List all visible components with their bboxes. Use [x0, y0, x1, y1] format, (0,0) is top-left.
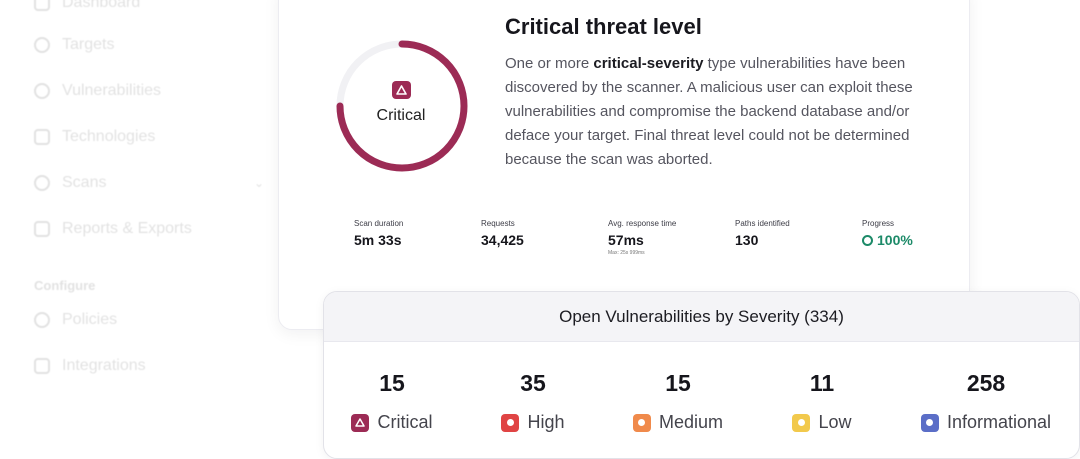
- vulnerabilities-panel: Open Vulnerabilities by Severity (334) 1…: [323, 291, 1080, 459]
- severity-medium[interactable]: 15 Medium: [630, 370, 726, 433]
- threat-desc-text: One or more: [505, 55, 594, 72]
- severity-high[interactable]: 35 High: [500, 370, 566, 433]
- sidebar-item-label: Targets: [62, 36, 115, 53]
- sidebar-item-policies[interactable]: Policies: [34, 309, 264, 331]
- sidebar-item-label: Reports & Exports: [62, 220, 192, 237]
- sidebar-item-dashboard[interactable]: Dashboard: [34, 0, 264, 14]
- severity-count: 35: [520, 370, 546, 396]
- stat-label: Requests: [481, 219, 515, 228]
- stat-value: 34,425: [481, 232, 524, 248]
- stat-scan-duration: Scan duration 5m 33s: [354, 219, 403, 248]
- sidebar: Dashboard Targets Vulnerabilities Techno…: [0, 0, 275, 459]
- stat-avg-response: Avg. response time 57ms Max: 25s 999ms: [608, 219, 676, 256]
- stat-requests: Requests 34,425: [481, 219, 524, 248]
- sidebar-item-label: Dashboard: [62, 0, 141, 11]
- severity-low[interactable]: 11 Low: [791, 370, 853, 433]
- dashboard-icon: [34, 0, 50, 11]
- gear-icon: [34, 312, 50, 328]
- plug-icon: [34, 358, 50, 374]
- threat-description: One or more critical-severity type vulne…: [505, 52, 925, 172]
- gauge-label: Critical: [376, 107, 426, 124]
- threat-desc-bold: critical-severity: [593, 55, 704, 72]
- sidebar-item-scans[interactable]: Scans ⌄: [34, 172, 264, 194]
- target-icon: [34, 37, 50, 53]
- stat-value: 130: [735, 232, 759, 248]
- critical-badge-icon: [392, 81, 411, 99]
- sidebar-section-label: Configure: [34, 278, 96, 293]
- sidebar-item-vulnerabilities[interactable]: Vulnerabilities: [34, 80, 264, 102]
- chevron-down-icon[interactable]: ⌄: [254, 176, 264, 190]
- critical-triangle-icon: [351, 413, 370, 432]
- sidebar-item-label: Policies: [62, 311, 118, 328]
- high-icon: [501, 413, 520, 432]
- severity-count: 15: [665, 370, 691, 396]
- severity-count: 11: [809, 370, 835, 396]
- severity-label: Informational: [946, 412, 1052, 432]
- info-icon: [920, 413, 939, 432]
- stat-label: Progress: [862, 219, 895, 228]
- severity-count: 258: [966, 370, 1006, 396]
- threat-title: Critical threat level: [505, 14, 702, 39]
- sidebar-item-targets[interactable]: Targets: [34, 34, 264, 56]
- radar-icon: [34, 175, 50, 191]
- sidebar-item-label: Vulnerabilities: [62, 82, 162, 99]
- progress-text: 100%: [877, 232, 913, 248]
- bug-icon: [34, 83, 50, 99]
- stat-value: 57ms: [608, 232, 644, 248]
- stat-value: 5m 33s: [354, 232, 402, 248]
- sidebar-item-label: Integrations: [62, 357, 146, 374]
- progress-ring-icon: [862, 234, 873, 246]
- vulnerabilities-title: Open Vulnerabilities by Severity (334): [324, 292, 1079, 342]
- severity-label: Medium: [658, 412, 724, 432]
- threat-gauge: [336, 40, 468, 172]
- severity-count: 15: [379, 370, 405, 396]
- document-icon: [34, 221, 50, 237]
- low-icon: [792, 413, 811, 432]
- stat-label: Scan duration: [354, 219, 404, 228]
- stat-label: Paths identified: [735, 219, 790, 228]
- stat-progress: Progress 100%: [862, 219, 913, 248]
- sidebar-item-integrations[interactable]: Integrations: [34, 355, 264, 377]
- sidebar-item-label: Scans: [62, 174, 107, 191]
- sidebar-item-reports[interactable]: Reports & Exports: [34, 218, 264, 240]
- severity-informational[interactable]: 258 Informational: [918, 370, 1054, 433]
- progress-value: 100%: [862, 232, 913, 248]
- sidebar-item-label: Technologies: [62, 128, 156, 145]
- sidebar-item-technologies[interactable]: Technologies: [34, 126, 264, 148]
- stat-label: Avg. response time: [608, 219, 677, 228]
- severity-label: High: [527, 412, 565, 432]
- severity-label: Low: [818, 412, 852, 432]
- stat-sub: Max: 25s 999ms: [608, 250, 645, 256]
- layers-icon: [34, 129, 50, 145]
- severity-critical[interactable]: 15 Critical: [350, 370, 434, 433]
- stat-paths: Paths identified 130: [735, 219, 790, 248]
- medium-icon: [632, 413, 651, 432]
- severity-label: Critical: [377, 412, 433, 432]
